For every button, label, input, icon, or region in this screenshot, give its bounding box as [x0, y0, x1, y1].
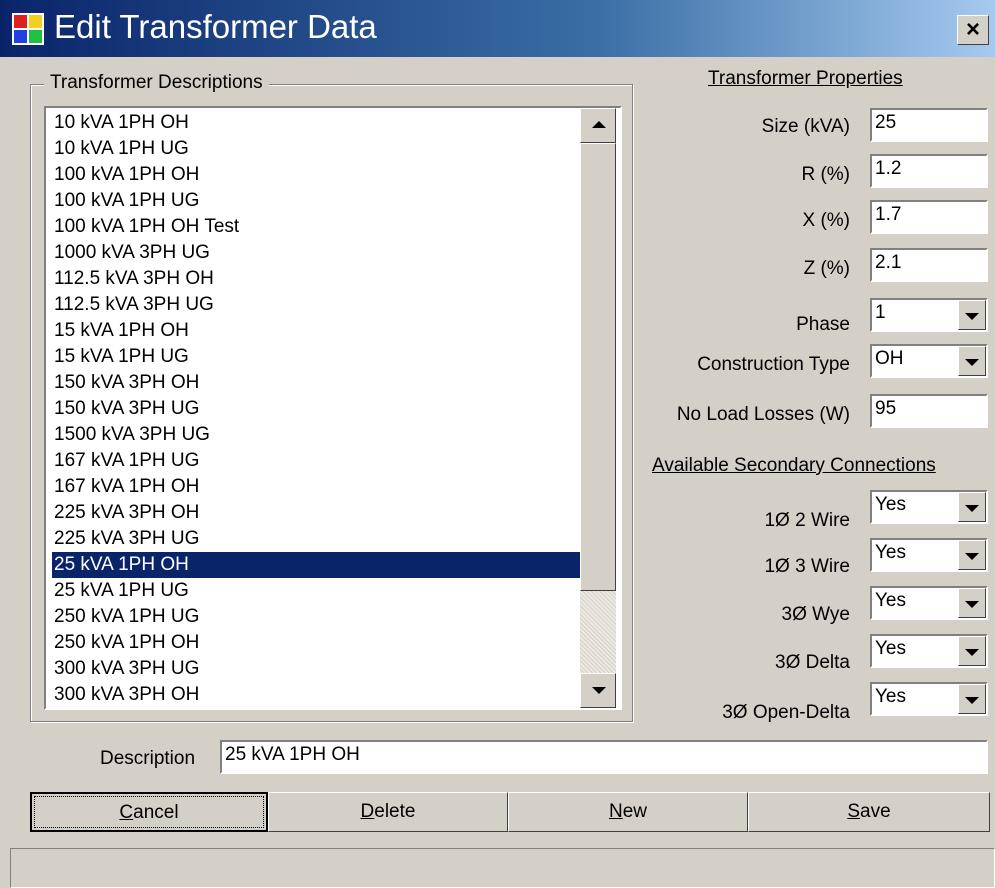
- x-input[interactable]: 1.7: [870, 200, 988, 234]
- chevron-down-icon: [965, 359, 979, 366]
- connection-value: Yes: [875, 590, 906, 611]
- new-label: ew: [622, 801, 648, 822]
- connection-value: Yes: [875, 494, 906, 515]
- list-item[interactable]: 1500 kVA 3PH UG: [52, 422, 582, 448]
- phase-dropdown-button[interactable]: [958, 300, 986, 330]
- list-item[interactable]: 150 kVA 3PH UG: [52, 396, 582, 422]
- connection-label: 1Ø 3 Wire: [764, 556, 850, 577]
- new-accesskey: N: [608, 801, 623, 822]
- list-item[interactable]: 25 kVA 1PH UG: [52, 578, 582, 604]
- chevron-down-icon: [965, 697, 979, 704]
- save-button[interactable]: Save: [748, 792, 990, 832]
- list-item[interactable]: 225 kVA 3PH OH: [52, 500, 582, 526]
- connection-value: Yes: [875, 686, 906, 707]
- cancel-label: ancel: [133, 802, 179, 823]
- delete-label: elete: [374, 801, 416, 822]
- connection-label: 1Ø 2 Wire: [764, 510, 850, 531]
- scroll-up-button[interactable]: [580, 108, 616, 143]
- x-label: X (%): [802, 210, 851, 231]
- list-item[interactable]: 112.5 kVA 3PH OH: [52, 266, 582, 292]
- list-item[interactable]: 150 kVA 3PH OH: [52, 370, 582, 396]
- descriptions-group-label: Transformer Descriptions: [44, 72, 269, 94]
- size-input[interactable]: 25: [870, 108, 988, 142]
- title-bar: Edit Transformer Data ×: [0, 0, 995, 57]
- window-title: Edit Transformer Data: [54, 8, 377, 45]
- list-item[interactable]: 10 kVA 1PH UG: [52, 136, 582, 162]
- list-item[interactable]: 250 kVA 1PH OH: [52, 630, 582, 656]
- connection-select[interactable]: Yes: [870, 538, 988, 572]
- list-item[interactable]: 300 kVA 3PH UG: [52, 656, 582, 682]
- connection-label: 3Ø Open-Delta: [722, 702, 850, 723]
- list-item[interactable]: 225 kVA 3PH UG: [52, 526, 582, 552]
- list-item[interactable]: 15 kVA 1PH UG: [52, 344, 582, 370]
- list-item[interactable]: 167 kVA 1PH UG: [52, 448, 582, 474]
- description-input[interactable]: 25 kVA 1PH OH: [220, 740, 988, 774]
- phase-select[interactable]: 1: [870, 298, 988, 332]
- connection-dropdown-button[interactable]: [958, 492, 986, 522]
- construction-label: Construction Type: [697, 354, 850, 375]
- app-icon: [12, 13, 44, 45]
- connection-dropdown-button[interactable]: [958, 540, 986, 570]
- connection-label: 3Ø Wye: [781, 604, 850, 625]
- transformer-listbox[interactable]: 10 kVA 1PH OH 10 kVA 1PH UG 100 kVA 1PH …: [44, 106, 622, 710]
- description-label: Description: [100, 748, 196, 769]
- r-label: R (%): [801, 164, 850, 185]
- z-input[interactable]: 2.1: [870, 248, 988, 282]
- cancel-button[interactable]: Cancel: [30, 792, 268, 832]
- list-item[interactable]: 300 kVA 3PH OH: [52, 682, 582, 708]
- status-bar: [10, 848, 995, 888]
- delete-button[interactable]: Delete: [268, 792, 508, 832]
- chevron-down-icon: [965, 649, 979, 656]
- noload-input[interactable]: 95: [870, 394, 988, 428]
- list-item[interactable]: 1000 kVA 3PH UG: [52, 240, 582, 266]
- connection-label: 3Ø Delta: [775, 652, 850, 673]
- list-item[interactable]: 15 kVA 1PH OH: [52, 318, 582, 344]
- chevron-down-icon: [965, 553, 979, 560]
- list-item[interactable]: 167 kVA 1PH OH: [52, 474, 582, 500]
- arrow-up-icon: [592, 121, 606, 128]
- phase-value: 1: [875, 302, 886, 323]
- list-item[interactable]: 250 kVA 1PH UG: [52, 604, 582, 630]
- chevron-down-icon: [965, 601, 979, 608]
- connections-heading: Available Secondary Connections: [652, 455, 936, 476]
- connection-select[interactable]: Yes: [870, 634, 988, 668]
- chevron-down-icon: [965, 505, 979, 512]
- new-button[interactable]: New: [508, 792, 748, 832]
- list-item[interactable]: 10 kVA 1PH OH: [52, 110, 582, 136]
- noload-label: No Load Losses (W): [676, 404, 850, 425]
- close-button[interactable]: ×: [957, 15, 989, 45]
- connection-select[interactable]: Yes: [870, 490, 988, 524]
- z-label: Z (%): [803, 258, 850, 279]
- properties-heading: Transformer Properties: [708, 68, 903, 89]
- list-item[interactable]: 100 kVA 1PH OH: [52, 162, 582, 188]
- connection-select[interactable]: Yes: [870, 586, 988, 620]
- scroll-down-button[interactable]: [580, 673, 616, 708]
- cancel-accesskey: C: [119, 802, 134, 823]
- list-item[interactable]: 100 kVA 1PH OH Test: [52, 214, 582, 240]
- connection-dropdown-button[interactable]: [958, 684, 986, 714]
- r-input[interactable]: 1.2: [870, 154, 988, 188]
- list-item-selected[interactable]: 25 kVA 1PH OH: [52, 552, 582, 578]
- save-accesskey: S: [847, 801, 861, 822]
- chevron-down-icon: [965, 313, 979, 320]
- delete-accesskey: D: [360, 801, 375, 822]
- construction-dropdown-button[interactable]: [958, 346, 986, 376]
- construction-select[interactable]: OH: [870, 344, 988, 378]
- arrow-down-icon: [592, 687, 606, 694]
- connection-value: Yes: [875, 542, 906, 563]
- size-label: Size (kVA): [761, 116, 850, 137]
- connection-select[interactable]: Yes: [870, 682, 988, 716]
- save-label: ave: [860, 801, 891, 822]
- connection-dropdown-button[interactable]: [958, 636, 986, 666]
- list-item[interactable]: 112.5 kVA 3PH UG: [52, 292, 582, 318]
- scroll-thumb[interactable]: [580, 143, 616, 591]
- connection-value: Yes: [875, 638, 906, 659]
- phase-label: Phase: [796, 314, 850, 335]
- connection-dropdown-button[interactable]: [958, 588, 986, 618]
- list-item[interactable]: 100 kVA 1PH UG: [52, 188, 582, 214]
- construction-value: OH: [875, 348, 904, 369]
